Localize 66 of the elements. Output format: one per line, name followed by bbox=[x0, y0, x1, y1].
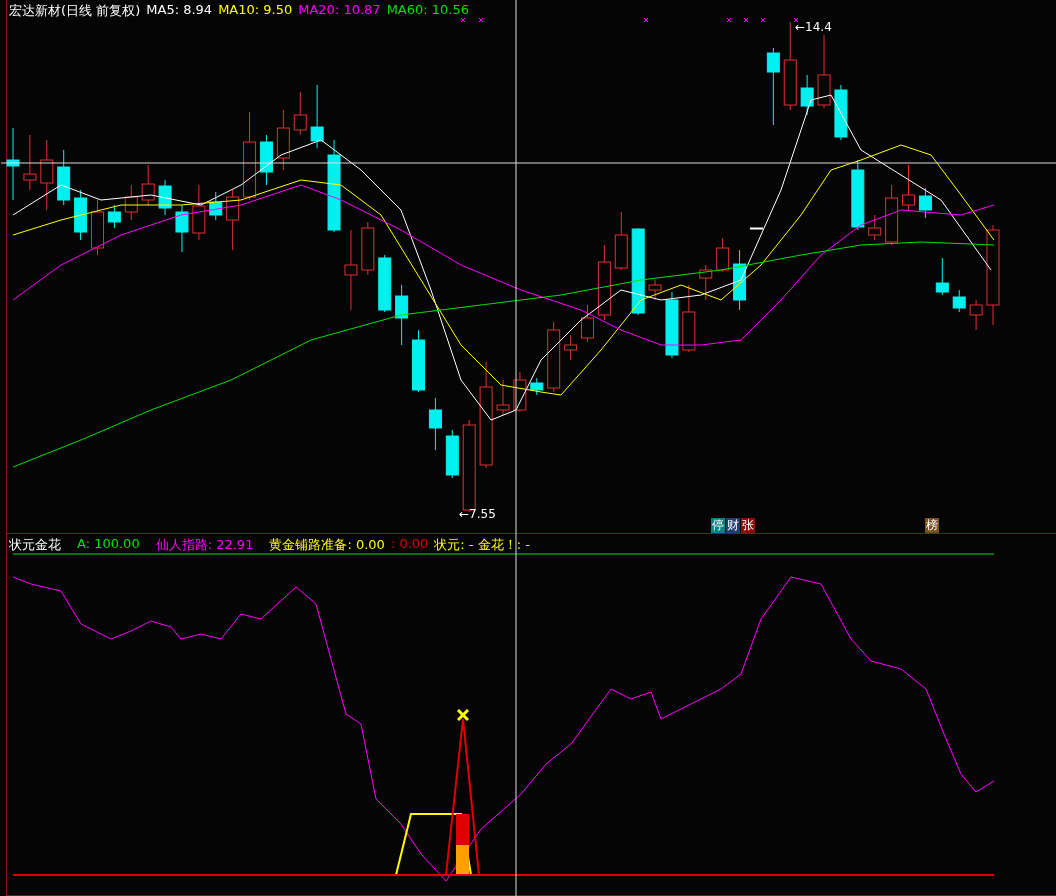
candlestick bbox=[175, 204, 189, 253]
candlestick bbox=[124, 184, 138, 221]
candlestick bbox=[530, 377, 544, 396]
candlestick bbox=[23, 134, 37, 191]
signal-bar bbox=[456, 814, 469, 845]
legend-value: A: 100.00 bbox=[77, 536, 140, 553]
candlestick bbox=[699, 264, 713, 301]
candlestick bbox=[952, 289, 966, 313]
legend-value: MA60: 10.56 bbox=[386, 2, 469, 19]
indicator-title: 状元金花 bbox=[9, 536, 61, 554]
candlestick bbox=[310, 84, 324, 149]
candlestick bbox=[902, 164, 915, 211]
legend-value: 黄金铺路准备: 0.00 bbox=[269, 536, 385, 554]
candlestick bbox=[209, 191, 223, 221]
candlestick bbox=[868, 214, 882, 241]
candlestick bbox=[918, 187, 932, 219]
legend-value: MA20: 10.87 bbox=[298, 2, 381, 19]
legend-value: MA5: 8.94 bbox=[146, 2, 213, 19]
candlestick bbox=[749, 227, 763, 230]
candlestick bbox=[276, 109, 290, 171]
candlestick bbox=[648, 279, 662, 301]
candlestick bbox=[428, 397, 442, 451]
event-badge[interactable]: 财 bbox=[726, 518, 740, 533]
candlestick bbox=[40, 139, 54, 211]
price-label: ←7.55 bbox=[459, 507, 496, 521]
candlestick bbox=[259, 134, 273, 186]
candlestick bbox=[91, 199, 104, 256]
candlestick bbox=[682, 284, 696, 353]
candlestick bbox=[547, 321, 561, 393]
event-badge[interactable]: 榜 bbox=[925, 518, 939, 533]
legend-value: 仙人指路: 22.91 bbox=[155, 536, 254, 554]
legend-value: : 0.00 bbox=[390, 536, 429, 553]
candlestick bbox=[57, 149, 71, 206]
candlestick bbox=[107, 204, 121, 229]
cross-marker-icon bbox=[456, 708, 470, 722]
candlestick bbox=[665, 291, 679, 359]
candlestick bbox=[395, 284, 409, 346]
candlestick bbox=[935, 257, 949, 296]
candlestick bbox=[412, 329, 425, 393]
candlestick bbox=[293, 91, 307, 136]
candlestick bbox=[969, 299, 983, 331]
event-badge[interactable]: 停 bbox=[711, 518, 725, 533]
legend-value: MA10: 9.50 bbox=[218, 2, 293, 19]
candlestick bbox=[445, 429, 459, 479]
candlestick bbox=[885, 184, 899, 246]
candlestick bbox=[496, 379, 510, 416]
candlestick bbox=[733, 249, 747, 311]
candlestick bbox=[564, 334, 578, 361]
signal-bar bbox=[456, 845, 469, 875]
candlestick bbox=[800, 74, 814, 116]
candlestick bbox=[361, 221, 375, 276]
candlestick bbox=[226, 189, 240, 251]
candlestick bbox=[141, 164, 155, 206]
event-badge[interactable]: 张 bbox=[741, 518, 755, 533]
chart-title: 宏达新材(日线 前复权) bbox=[9, 2, 141, 20]
candlestick bbox=[834, 84, 848, 141]
candlestick bbox=[513, 371, 527, 413]
legend-value: 状元: - 金花！: - bbox=[434, 536, 530, 554]
candlestick bbox=[192, 184, 206, 241]
candlestick bbox=[378, 254, 392, 313]
candlestick bbox=[581, 304, 594, 343]
candlestick bbox=[158, 179, 172, 216]
candlestick bbox=[614, 211, 628, 271]
candlestick bbox=[716, 237, 730, 273]
price-label: ←14.4 bbox=[795, 20, 832, 34]
candlestick bbox=[74, 189, 88, 241]
